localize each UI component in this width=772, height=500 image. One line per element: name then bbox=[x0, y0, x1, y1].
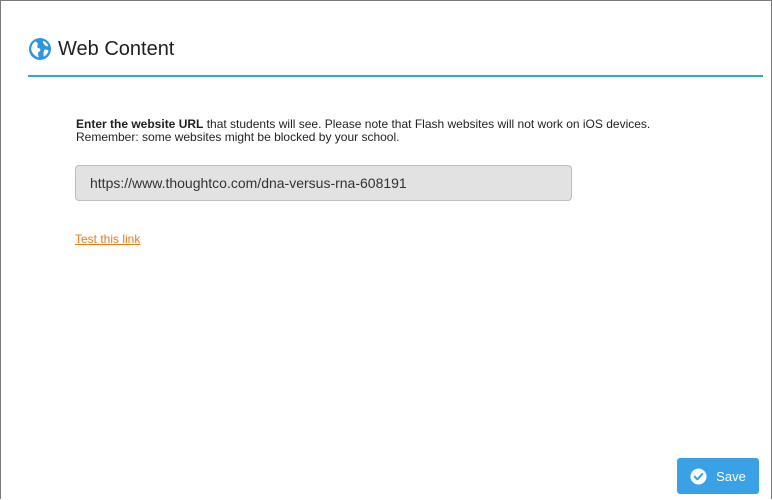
instructions-bold: Enter the website URL bbox=[76, 117, 204, 131]
check-circle-icon bbox=[690, 467, 707, 485]
instructions-line-2: Remember: some websites might be blocked… bbox=[76, 130, 400, 144]
website-url-field[interactable]: https://www.thoughtco.com/dna-versus-rna… bbox=[75, 165, 572, 201]
dialog-header: Web Content bbox=[28, 37, 174, 61]
instructions-text: Enter the website URL that students will… bbox=[76, 118, 756, 144]
test-link[interactable]: Test this link bbox=[75, 232, 140, 246]
dialog-frame: Web Content Enter the website URL that s… bbox=[0, 0, 772, 499]
globe-icon bbox=[29, 38, 51, 60]
save-button[interactable]: Save bbox=[677, 458, 759, 494]
save-button-label: Save bbox=[716, 468, 746, 484]
instructions-rest: that students will see. Please note that… bbox=[203, 117, 651, 131]
page-title: Web Content bbox=[58, 38, 175, 60]
header-divider bbox=[28, 75, 763, 77]
